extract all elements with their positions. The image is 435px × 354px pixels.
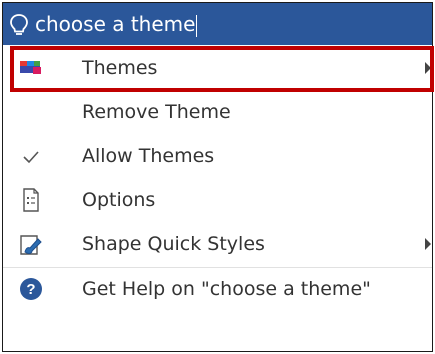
search-query-text: choose a theme bbox=[35, 12, 196, 36]
menu-item-label: Allow Themes bbox=[82, 145, 215, 167]
lightbulb-icon bbox=[9, 13, 29, 37]
submenu-arrow-icon bbox=[425, 238, 431, 250]
shape-quick-styles-icon bbox=[18, 232, 44, 256]
menu-item-allow-themes[interactable]: Allow Themes bbox=[3, 134, 432, 178]
menu-item-label: Get Help on "choose a theme" bbox=[82, 278, 371, 300]
options-icon bbox=[18, 188, 44, 212]
search-query[interactable]: choose a theme bbox=[35, 12, 198, 37]
menu-item-get-help[interactable]: ? Get Help on "choose a theme" bbox=[3, 267, 432, 311]
menu-item-remove-theme[interactable]: Remove Theme bbox=[3, 90, 432, 134]
svg-text:?: ? bbox=[26, 281, 35, 298]
menu-item-label: Remove Theme bbox=[82, 101, 231, 123]
menu-item-label: Shape Quick Styles bbox=[82, 233, 265, 255]
help-icon: ? bbox=[18, 277, 44, 301]
menu-item-options[interactable]: Options bbox=[3, 178, 432, 222]
tell-me-search-bar[interactable]: choose a theme bbox=[3, 3, 432, 45]
checkmark-icon bbox=[18, 144, 44, 168]
highlight-box bbox=[10, 46, 434, 92]
text-caret bbox=[196, 14, 198, 37]
menu-item-shape-quick-styles[interactable]: Shape Quick Styles bbox=[3, 222, 432, 266]
menu-item-label: Options bbox=[82, 189, 156, 211]
